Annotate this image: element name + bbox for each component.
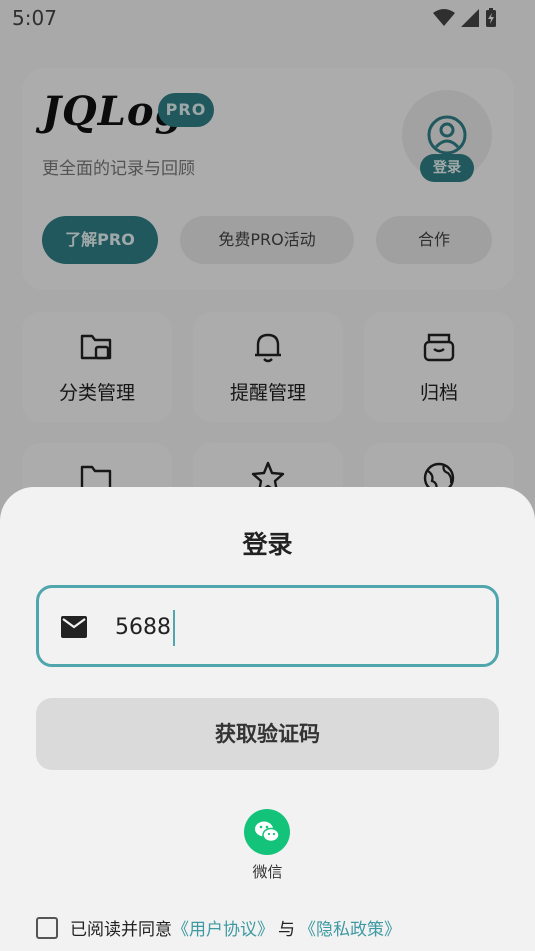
agreement-prefix: 已阅读并同意 (70, 920, 172, 940)
privacy-policy-link[interactable]: 《隐私政策》 (299, 915, 401, 940)
sheet-title: 登录 (242, 530, 293, 559)
agreement-and: 与 (278, 920, 295, 940)
agreement-checkbox[interactable] (36, 916, 58, 939)
wechat-login-button[interactable] (244, 809, 290, 855)
wechat-label: 微信 (252, 863, 283, 881)
login-sheet: 登录 获取验证码 微信 已阅读并同意 《用户协议》 与 《隐私政策》 (0, 487, 535, 951)
email-field[interactable] (36, 585, 499, 667)
wechat-icon (255, 821, 280, 843)
agreement-row: 已阅读并同意 《用户协议》 与 《隐私政策》 (36, 915, 401, 940)
user-agreement-link[interactable]: 《用户协议》 (172, 915, 274, 940)
text-caret (173, 610, 175, 646)
mail-icon (61, 616, 87, 638)
get-code-button[interactable]: 获取验证码 (36, 698, 499, 770)
email-input[interactable] (115, 606, 475, 648)
